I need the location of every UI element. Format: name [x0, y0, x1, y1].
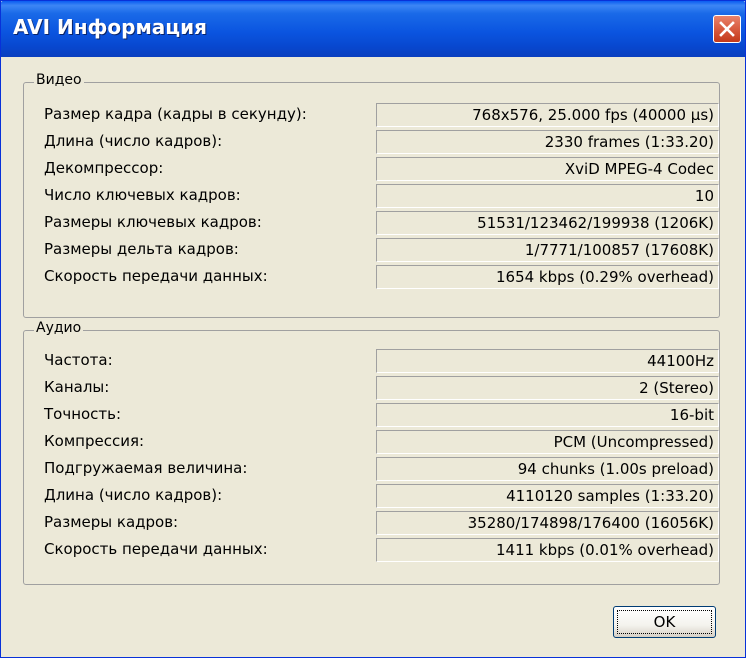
close-button[interactable]: [713, 15, 741, 43]
row-value: 51531/123462/199938 (1206K): [376, 211, 719, 235]
title-bar[interactable]: AVI Информация: [1, 1, 745, 57]
row-value: 10: [376, 184, 719, 208]
audio-row-data-rate: Скорость передачи данных: 1411 kbps (0.0…: [24, 538, 719, 562]
row-value: 1/7771/100857 (17608K): [376, 238, 719, 262]
row-label: Каналы:: [44, 378, 110, 396]
video-row-length: Длина (число кадров): 2330 frames (1:33.…: [24, 130, 719, 154]
audio-row-channels: Каналы: 2 (Stereo): [24, 376, 719, 400]
row-value: 768x576, 25.000 fps (40000 µs): [376, 103, 719, 127]
close-x-icon: [719, 21, 735, 37]
row-label: Размеры дельта кадров:: [44, 240, 239, 258]
row-label: Скорость передачи данных:: [44, 267, 268, 285]
row-label: Скорость передачи данных:: [44, 540, 268, 558]
video-row-decompressor: Декомпрессор: XviD MPEG-4 Codec: [24, 157, 719, 181]
row-label: Подгружаемая величина:: [44, 459, 248, 477]
row-label: Декомпрессор:: [44, 159, 164, 177]
row-label: Компрессия:: [44, 432, 145, 450]
video-row-key-frame-sizes: Размеры ключевых кадров: 51531/123462/19…: [24, 211, 719, 235]
focus-rect: [617, 610, 712, 634]
row-value: 1654 kbps (0.29% overhead): [376, 265, 719, 289]
video-group-label: Видео: [34, 72, 84, 88]
row-label: Частота:: [44, 351, 113, 369]
row-value: PCM (Uncompressed): [376, 430, 719, 454]
row-label: Размер кадра (кадры в секунду):: [44, 105, 307, 123]
row-value: 94 chunks (1.00s preload): [376, 457, 719, 481]
audio-row-frame-sizes: Размеры кадров: 35280/174898/176400 (160…: [24, 511, 719, 535]
video-row-frame-size: Размер кадра (кадры в секунду): 768x576,…: [24, 103, 719, 127]
audio-row-frequency: Частота: 44100Hz: [24, 349, 719, 373]
row-label: Длина (число кадров):: [44, 132, 223, 150]
row-label: Длина (число кадров):: [44, 486, 223, 504]
row-value: 2 (Stereo): [376, 376, 719, 400]
video-group: Видео Размер кадра (кадры в секунду): 76…: [23, 72, 720, 318]
row-label: Размеры кадров:: [44, 513, 179, 531]
audio-row-preload: Подгружаемая величина: 94 chunks (1.00s …: [24, 457, 719, 481]
row-value: 4110120 samples (1:33.20): [376, 484, 719, 508]
audio-row-precision: Точность: 16-bit: [24, 403, 719, 427]
video-row-delta-frame-sizes: Размеры дельта кадров: 1/7771/100857 (17…: [24, 238, 719, 262]
row-value: 2330 frames (1:33.20): [376, 130, 719, 154]
window-title: AVI Информация: [13, 15, 207, 39]
audio-row-compression: Компрессия: PCM (Uncompressed): [24, 430, 719, 454]
row-value: 16-bit: [376, 403, 719, 427]
row-value: 1411 kbps (0.01% overhead): [376, 538, 719, 562]
row-value: 44100Hz: [376, 349, 719, 373]
row-value: XviD MPEG-4 Codec: [376, 157, 719, 181]
row-label: Точность:: [44, 405, 122, 423]
row-label: Размеры ключевых кадров:: [44, 213, 262, 231]
row-value: 35280/174898/176400 (16056K): [376, 511, 719, 535]
audio-row-length: Длина (число кадров): 4110120 samples (1…: [24, 484, 719, 508]
video-row-data-rate: Скорость передачи данных: 1654 kbps (0.2…: [24, 265, 719, 289]
audio-group: Аудио Частота: 44100Hz Каналы: 2 (Stereo…: [23, 320, 720, 585]
audio-group-label: Аудио: [34, 320, 84, 336]
video-row-key-frame-count: Число ключевых кадров: 10: [24, 184, 719, 208]
row-label: Число ключевых кадров:: [44, 186, 241, 204]
avi-info-dialog: AVI Информация Видео Размер кадра (кадры…: [0, 0, 746, 658]
ok-button[interactable]: OK: [613, 606, 716, 638]
